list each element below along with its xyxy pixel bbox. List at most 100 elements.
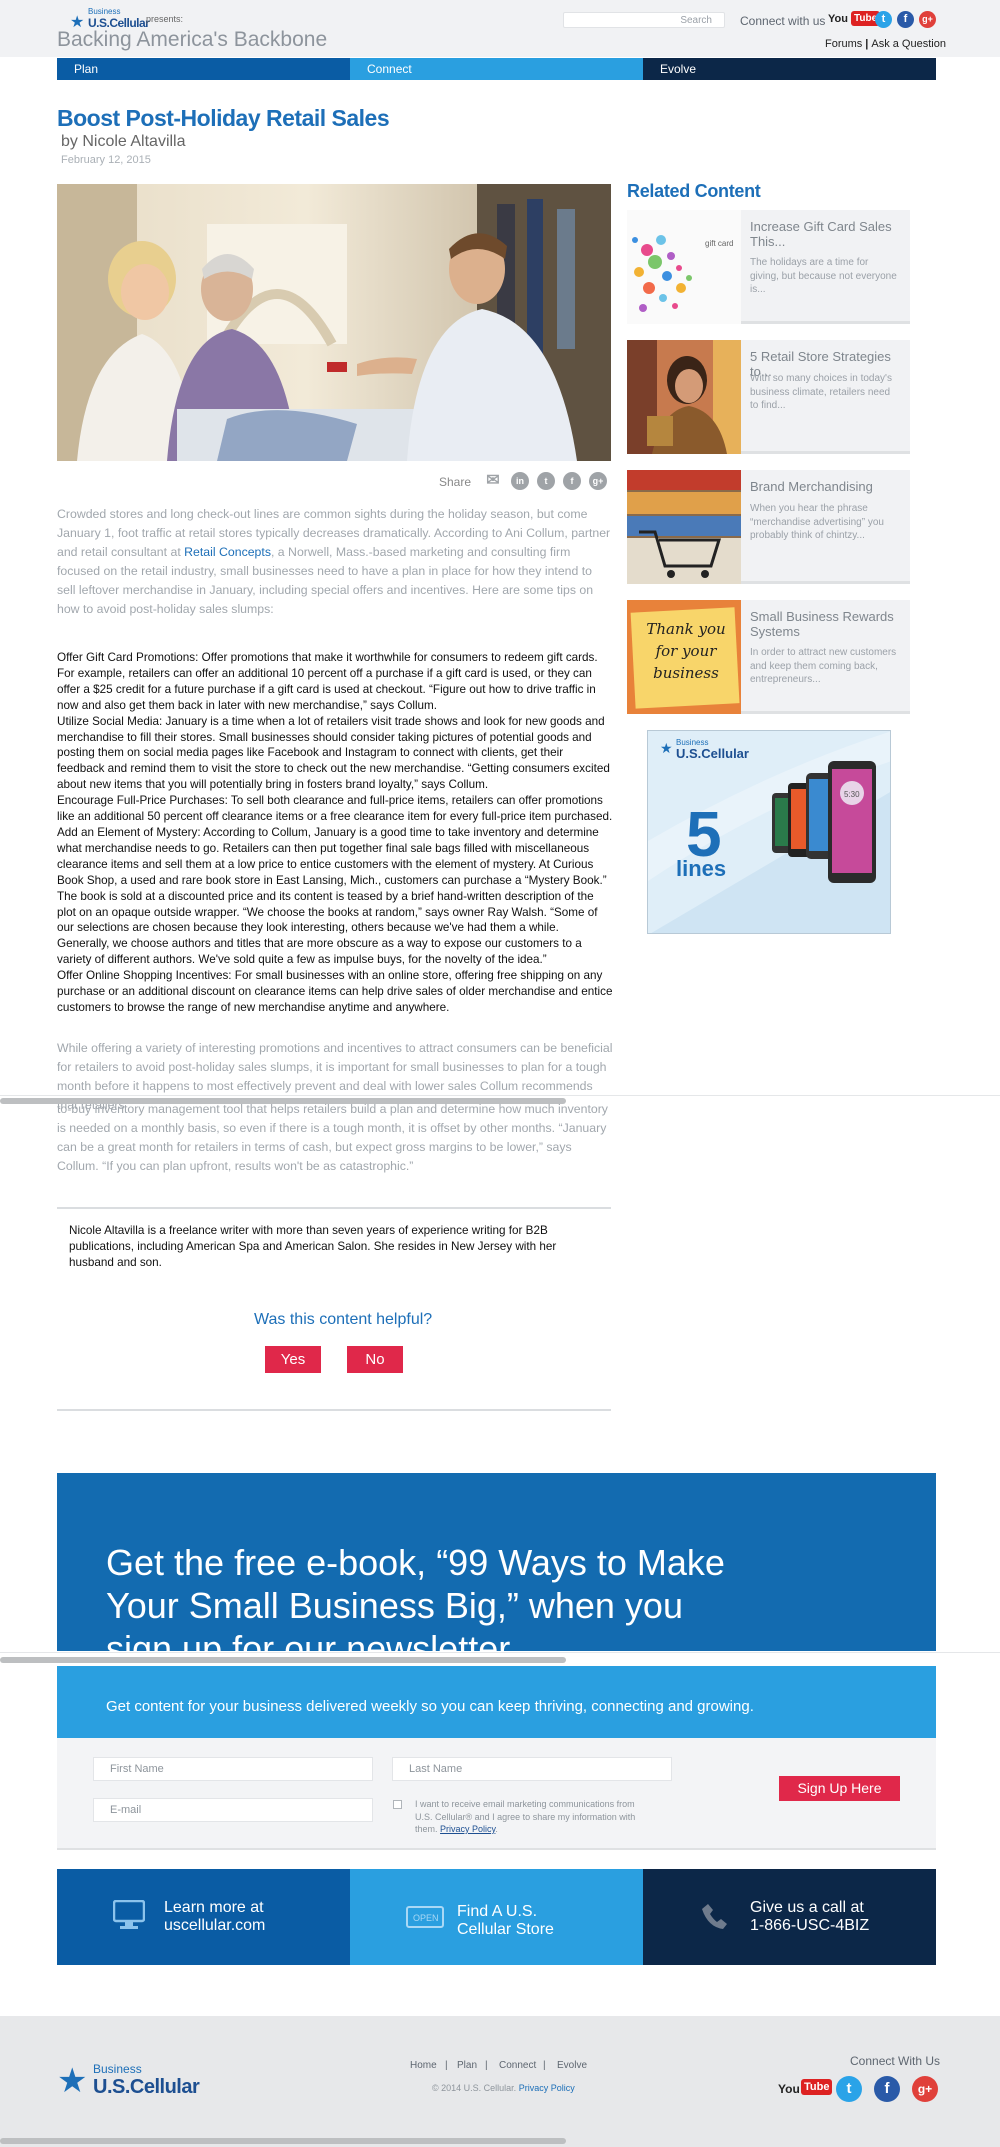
ad-lines-text: lines (676, 856, 726, 881)
search-placeholder: Search (680, 15, 712, 26)
email-input[interactable]: E-mail (93, 1798, 373, 1822)
related-item-title: Increase Gift Card Sales This... (750, 219, 892, 249)
twitter-icon[interactable]: t (537, 472, 555, 490)
author-bio: Nicole Altavilla is a freelance writer w… (57, 1207, 611, 1271)
privacy-policy-link[interactable]: Privacy Policy (440, 1824, 495, 1834)
email-icon[interactable]: ✉ (484, 472, 502, 490)
twitter-icon[interactable]: t (875, 11, 892, 28)
sign-up-button[interactable]: Sign Up Here (779, 1776, 900, 1801)
newsletter-banner: Get the free e-book, “99 Ways to Make Yo… (57, 1473, 936, 1651)
facebook-icon[interactable]: f (897, 11, 914, 28)
first-name-placeholder: First Name (110, 1763, 164, 1775)
forums-link[interactable]: Forums (825, 38, 862, 50)
related-item[interactable]: gift card Increase Gift Card Sales This.… (627, 210, 910, 324)
footer-nav-home[interactable]: Home (410, 2060, 437, 2071)
footer-nav-sep: | (445, 2060, 448, 2071)
phone-time-text: 5:30 (844, 790, 860, 799)
tip-paragraph: Offer Gift Card Promotions: Offer promot… (57, 651, 598, 712)
optin-text: I want to receive email marketing commun… (415, 1799, 636, 1834)
youtube-icon[interactable]: You Tube (778, 2079, 833, 2099)
cta-call[interactable]: Give us a call at 1-866-USC-4BIZ (643, 1869, 936, 1965)
helpful-question: Was this content helpful? (254, 1311, 433, 1328)
cta-find-store[interactable]: OPEN Find A U.S. Cellular Store (350, 1869, 643, 1965)
article-date: February 12, 2015 (61, 154, 151, 166)
share-label: Share (439, 475, 472, 489)
copyright: © 2014 U.S. Cellular. Privacy Policy (432, 2083, 575, 2093)
twitter-icon[interactable]: t (836, 2076, 862, 2102)
retail-concepts-link[interactable]: Retail Concepts (184, 545, 271, 559)
youtube-icon[interactable]: You Tube (828, 11, 881, 28)
phone-icon (702, 1904, 727, 1929)
google-plus-icon[interactable]: g+ (589, 472, 607, 490)
horizontal-scrollbar[interactable] (0, 1657, 566, 1663)
article-conclusion-continued: to-buy inventory management tool that he… (57, 1102, 608, 1173)
newsletter-subheading: Get content for your business delivered … (106, 1698, 754, 1715)
article-title: Boost Post-Holiday Retail Sales (57, 105, 390, 131)
first-name-input[interactable]: First Name (93, 1757, 373, 1781)
link-separator: | (865, 38, 869, 50)
related-content-title: Related Content (627, 181, 761, 201)
footer-logo[interactable]: ★ Business U.S.Cellular (57, 2062, 207, 2102)
google-plus-icon[interactable]: g+ (912, 2076, 938, 2102)
last-name-input[interactable]: Last Name (392, 1757, 672, 1781)
nav-evolve[interactable]: Evolve (643, 58, 936, 80)
share-bar: Share ✉ in t f g+ (438, 472, 611, 492)
cta-text: Give us a call at 1-866-USC-4BIZ (750, 1899, 870, 1934)
email-placeholder: E-mail (110, 1804, 142, 1816)
linkedin-icon[interactable]: in (511, 472, 529, 490)
last-name-placeholder: Last Name (409, 1763, 463, 1775)
related-item[interactable]: Brand Merchandising When you hear the ph… (627, 470, 910, 584)
shopper-thumbnail (627, 340, 741, 454)
no-button[interactable]: No (347, 1346, 403, 1373)
optin-checkbox[interactable] (393, 1800, 402, 1809)
nav-connect[interactable]: Connect (350, 58, 643, 80)
cta-learn-more[interactable]: Learn more at uscellular.com (57, 1869, 350, 1965)
related-item-title: Brand Merchandising (750, 479, 873, 494)
five-lines-ad[interactable]: ★ Business U.S.Cellular 5 lines 5:30 (647, 730, 891, 934)
article-intro: Crowded stores and long check-out lines … (57, 505, 613, 619)
nav-plan[interactable]: Plan (57, 58, 350, 80)
footer-nav-connect[interactable]: Connect (499, 2060, 536, 2071)
presents-label: presents: (146, 14, 184, 24)
footer-nav-evolve[interactable]: Evolve (557, 2060, 587, 2071)
connect-with-us-label: Connect with us (740, 14, 826, 28)
footer-nav-sep: | (485, 2060, 488, 2071)
facebook-icon[interactable]: f (874, 2076, 900, 2102)
related-item-desc: The holidays are a time for giving, but … (750, 257, 897, 295)
hero-image (57, 184, 611, 461)
cta-text: Find A U.S. Cellular Store (457, 1903, 554, 1938)
footer-nav-sep: | (543, 2060, 546, 2071)
related-item[interactable]: Thank you for your business Small Busine… (627, 600, 910, 714)
uscellular-logo[interactable]: ★ Business U.S.Cellular (70, 7, 150, 31)
store-sign-icon: OPEN (406, 1906, 444, 1928)
cart-thumbnail (627, 470, 741, 584)
thank-you-text: Thank you for your business (646, 620, 726, 682)
site-title[interactable]: Backing America's Backbone (57, 28, 327, 52)
gift-card-thumbnail: gift card (627, 210, 741, 324)
facebook-icon[interactable]: f (563, 472, 581, 490)
cta-text: Learn more at uscellular.com (164, 1899, 266, 1934)
thank-you-note-thumbnail: Thank you for your business (627, 600, 741, 714)
footer-privacy-link[interactable]: Privacy Policy (519, 2083, 575, 2093)
monitor-icon (113, 1900, 145, 1929)
svg-text:OPEN: OPEN (413, 1913, 439, 1923)
horizontal-scrollbar[interactable] (0, 2138, 566, 2144)
related-item-desc: When you hear the phrase “merchandise ad… (750, 503, 884, 541)
header-links: Forums | Ask a Question (825, 38, 946, 50)
footer-nav-plan[interactable]: Plan (457, 2060, 477, 2071)
related-item-desc: With so many choices in today's business… (750, 373, 892, 411)
related-item[interactable]: 5 Retail Store Strategies to... With so … (627, 340, 910, 454)
search-input[interactable]: Search (563, 12, 725, 28)
newsletter-headline: Get the free e-book, “99 Ways to Make Yo… (106, 1542, 725, 1651)
footer-connect-label: Connect With Us (850, 2054, 941, 2068)
yes-button[interactable]: Yes (265, 1346, 321, 1373)
google-plus-icon[interactable]: g+ (919, 11, 936, 28)
tip-paragraph: Add an Element of Mystery: According to … (57, 825, 607, 967)
related-item-desc: In order to attract new customers and ke… (750, 647, 897, 685)
tip-paragraph: Encourage Full-Price Purchases: To sell … (57, 794, 613, 824)
ad-brand-text: U.S.Cellular (676, 746, 749, 761)
tip-paragraph: Utilize Social Media: January is a time … (57, 714, 610, 792)
ask-question-link[interactable]: Ask a Question (871, 38, 946, 50)
newsletter-subheading-band: Get content for your business delivered … (57, 1666, 936, 1738)
related-item-title: Small Business Rewards Systems (750, 609, 894, 639)
